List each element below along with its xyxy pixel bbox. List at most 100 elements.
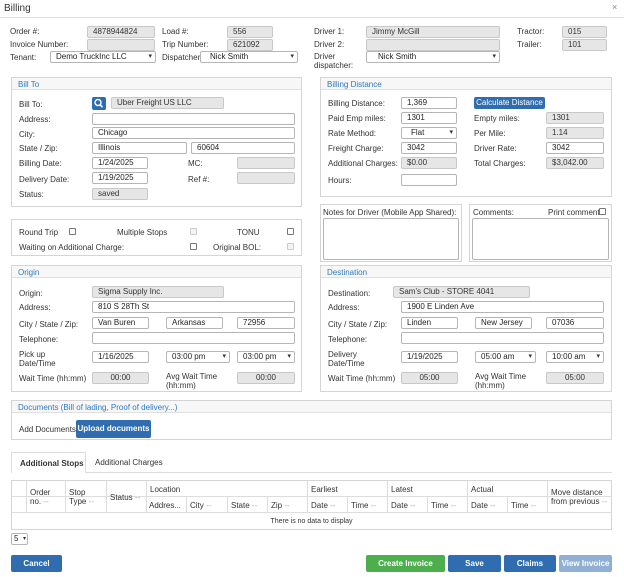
destination-telephone-input[interactable] <box>401 332 604 344</box>
search-button[interactable] <box>92 97 106 110</box>
destination-field: Sam's Club - STORE 4041 <box>393 286 530 298</box>
destination-city-input[interactable]: Linden <box>401 317 458 329</box>
upload-documents-button[interactable]: Upload documents <box>76 420 151 438</box>
chevron-down-icon: ▾ <box>492 53 496 60</box>
origin-header: Origin <box>12 266 301 278</box>
col-address-header[interactable]: Addres... <box>149 501 181 510</box>
driver-dispatcher-select[interactable]: Nick Smith ▾ <box>366 51 500 63</box>
freight-charge-input[interactable]: 3042 <box>401 142 457 154</box>
tab-additional-charges[interactable]: Additional Charges <box>87 452 167 473</box>
delivery-date-input[interactable]: 1/19/2025 <box>92 172 148 184</box>
hours-input[interactable] <box>401 174 457 186</box>
bill-to-header: Bill To <box>12 78 301 90</box>
freight-charge-label: Freight Charge: <box>328 144 384 153</box>
destination-address-input[interactable]: 1900 E Linden Ave <box>401 301 604 313</box>
col-divider <box>186 496 187 512</box>
destination-zip-input[interactable]: 07036 <box>546 317 604 329</box>
comments-label: Comments: <box>473 208 514 217</box>
delivery-date-label: Delivery Date: <box>19 175 70 184</box>
sort-icon: -- <box>284 501 290 510</box>
col-actual-date-header[interactable]: Date -- <box>471 501 495 510</box>
destination-label: Destination: <box>328 289 371 298</box>
tabs-underline <box>86 472 612 473</box>
print-comment-checkbox[interactable] <box>599 208 606 215</box>
cancel-button[interactable]: Cancel <box>11 555 62 572</box>
col-latest-date-header[interactable]: Date -- <box>391 501 415 510</box>
zip-input[interactable]: 60604 <box>191 142 295 154</box>
tonu-checkbox[interactable] <box>287 228 294 235</box>
col-zip-header[interactable]: Zip -- <box>271 501 290 510</box>
dispatcher-select[interactable]: Nick Smith ▾ <box>200 51 298 63</box>
round-trip-label: Round Trip <box>19 228 59 237</box>
col-status-header[interactable]: Status -- <box>110 493 140 502</box>
origin-address-input[interactable]: 810 S 28Th St <box>92 301 295 313</box>
page-size-select[interactable]: 5 ▾ <box>11 533 28 545</box>
empty-table-message: There is no data to display <box>270 518 353 525</box>
load-label: Load #: <box>162 27 189 36</box>
driver1-label: Driver 1: <box>314 27 345 36</box>
create-invoice-button[interactable]: Create Invoice <box>366 555 445 572</box>
claims-button[interactable]: Claims <box>504 555 556 572</box>
col-latest-time-header[interactable]: Time -- <box>431 501 456 510</box>
invoice-label: Invoice Number: <box>10 40 69 49</box>
driver-dispatcher-label-2: dispatcher: <box>314 61 354 70</box>
col-move-distance-header[interactable]: Move distance <box>551 488 603 497</box>
calculate-distance-button[interactable]: Calculate Distance <box>474 97 545 109</box>
view-invoice-button[interactable]: View Invoice <box>559 555 612 572</box>
trip-number-field: 621092 <box>227 39 273 51</box>
empty-miles-field: 1301 <box>546 112 604 124</box>
delivery-date-input[interactable]: 1/19/2025 <box>401 351 458 363</box>
destination-title: Destination <box>327 268 368 277</box>
tab-additional-stops[interactable]: Additional Stops <box>11 452 86 473</box>
col-earliest-date-header[interactable]: Date -- <box>311 501 335 510</box>
origin-city-input[interactable]: Van Buren <box>92 317 149 329</box>
col-order-header[interactable]: Order <box>30 488 50 497</box>
col-order-header-2[interactable]: no. -- <box>30 497 49 506</box>
col-stop-type-header[interactable]: Stop <box>69 488 85 497</box>
empty-miles-label: Empty miles: <box>474 114 520 123</box>
billing-date-input[interactable]: 1/24/2025 <box>92 157 148 169</box>
origin-zip-input[interactable]: 72956 <box>237 317 295 329</box>
rate-method-select[interactable]: Flat ▾ <box>401 127 457 139</box>
waiting-checkbox[interactable] <box>190 243 197 250</box>
save-button[interactable]: Save <box>448 555 501 572</box>
mc-field <box>237 157 295 169</box>
pickup-time-to-select[interactable]: 03:00 pm ▾ <box>237 351 295 363</box>
destination-state-input[interactable]: New Jersey <box>475 317 532 329</box>
dispatcher-value: Nick Smith <box>210 52 249 61</box>
driver-notes-textarea[interactable] <box>323 218 459 260</box>
state-input[interactable]: Illinois <box>92 142 187 154</box>
origin-telephone-input[interactable] <box>92 332 295 344</box>
round-trip-checkbox[interactable] <box>69 228 76 235</box>
col-stop-type-header-2[interactable]: Type -- <box>69 497 94 506</box>
pickup-time-from-select[interactable]: 03:00 pm ▾ <box>166 351 230 363</box>
order-label: Order #: <box>10 27 40 36</box>
origin-state-input[interactable]: Arkansas <box>166 317 223 329</box>
col-date-label: Date <box>471 501 488 510</box>
city-input[interactable]: Chicago <box>92 127 295 139</box>
col-actual-time-header[interactable]: Time -- <box>511 501 536 510</box>
delivery-time-from-value: 05:00 am <box>481 352 515 361</box>
col-earliest-time-header[interactable]: Time -- <box>351 501 376 510</box>
col-move-distance-header-2[interactable]: from previous -- <box>551 497 607 506</box>
delivery-time-from-select[interactable]: 05:00 am ▾ <box>475 351 536 363</box>
address-input[interactable] <box>92 113 295 125</box>
original-bol-checkbox[interactable] <box>287 243 294 250</box>
bill-to-panel: Bill To Bill To: Uber Freight US LLC Add… <box>11 77 302 207</box>
delivery-time-to-select[interactable]: 10:00 am ▾ <box>546 351 604 363</box>
col-city-header[interactable]: City -- <box>190 501 211 510</box>
bill-to-label: Bill To: <box>19 100 43 109</box>
billing-distance-input[interactable]: 1,369 <box>401 97 457 109</box>
billing-distance-header: Billing Distance <box>321 78 611 90</box>
driver-rate-input[interactable]: 3042 <box>546 142 604 154</box>
origin-title: Origin <box>18 268 40 277</box>
close-icon[interactable]: × <box>612 2 617 12</box>
comments-textarea[interactable] <box>472 218 609 260</box>
paid-emp-miles-input[interactable]: 1301 <box>401 112 457 124</box>
multiple-stops-checkbox[interactable] <box>190 228 197 235</box>
pickup-date-input[interactable]: 1/16/2025 <box>92 351 149 363</box>
tenant-select[interactable]: Demo TruckInc LLC ▾ <box>50 51 156 63</box>
delivery-time-to-value: 10:00 am <box>552 352 586 361</box>
col-location-header: Location <box>150 485 181 494</box>
col-state-header[interactable]: State -- <box>231 501 257 510</box>
